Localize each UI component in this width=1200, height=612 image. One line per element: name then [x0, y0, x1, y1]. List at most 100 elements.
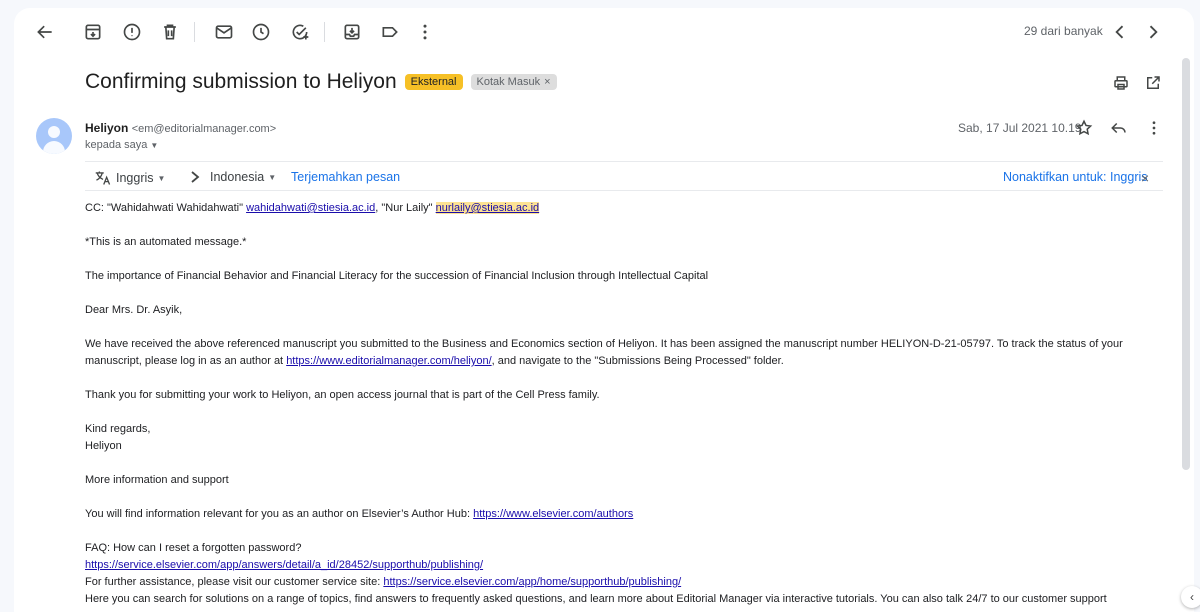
label-icon [382, 27, 398, 37]
move-to-button[interactable] [338, 18, 366, 46]
author-hub-link[interactable]: https://www.elsevier.com/authors [473, 508, 633, 520]
customer-service-link[interactable]: https://service.elsevier.com/app/home/su… [383, 576, 681, 588]
regards-line: Kind regards, [85, 423, 151, 435]
disable-translation-link[interactable]: Nonaktifkan untuk: Inggris [1003, 170, 1148, 184]
delete-button[interactable] [156, 18, 184, 46]
inbox-label-text: Kotak Masuk [476, 76, 541, 88]
cc-mid-text: , "Nur Laily" [375, 202, 436, 214]
cc-email-link[interactable]: wahidahwati@stiesia.ac.id [246, 202, 375, 214]
thanks-paragraph: Thank you for submitting your work to He… [85, 389, 600, 401]
toolbar-divider [324, 22, 325, 42]
chevron-right-icon [1149, 25, 1158, 39]
more-vert-icon [1152, 121, 1156, 135]
open-in-new-icon [1147, 76, 1160, 89]
recipient-details[interactable]: kepada saya ▼ [85, 139, 158, 151]
arrow-right-icon [189, 170, 201, 184]
mark-unread-button[interactable] [210, 18, 238, 46]
open-new-window-button[interactable] [1142, 72, 1164, 94]
label-button[interactable] [376, 18, 404, 46]
caret-down-icon: ▼ [150, 140, 159, 150]
faq-link[interactable]: https://service.elsevier.com/app/answers… [85, 559, 483, 571]
back-button[interactable] [31, 18, 59, 46]
avatar[interactable] [36, 118, 72, 154]
move-to-icon [344, 24, 360, 40]
assistance-text: For further assistance, please visit our… [85, 576, 384, 588]
search-help-line: Here you can search for solutions on a r… [85, 593, 1107, 605]
sender-name[interactable]: Heliyon [85, 121, 128, 135]
older-button[interactable] [1139, 18, 1167, 46]
sender-line: Heliyon <em@editorialmanager.com> [85, 121, 276, 135]
newer-button[interactable] [1106, 18, 1134, 46]
add-task-icon [292, 24, 309, 40]
more-options-button[interactable] [411, 18, 439, 46]
reply-button[interactable] [1108, 117, 1130, 139]
translate-message-text: Terjemahkan pesan [291, 170, 401, 184]
print-icon [1114, 76, 1128, 90]
arrow-left-icon [37, 25, 52, 39]
mail-icon [215, 25, 233, 39]
subject-row: Confirming submission to Heliyon Ekstern… [85, 70, 557, 94]
avatar-head-shape [48, 126, 60, 138]
email-date: Sab, 17 Jul 2021 10.19 [958, 121, 1082, 135]
archive-icon [85, 24, 101, 40]
cc-line: CC: "Wahidahwati Wahidahwati" wahidahwat… [85, 200, 1170, 217]
automated-note: *This is an automated message.* [85, 236, 247, 248]
sender-email: <em@editorialmanager.com> [131, 123, 277, 135]
inbox-label-chip: Kotak Masuk × [470, 74, 557, 90]
faq-link-line: https://service.elsevier.com/app/answers… [85, 557, 1170, 574]
star-button[interactable] [1073, 117, 1095, 139]
close-translate-button[interactable]: × [1141, 170, 1149, 186]
star-icon [1075, 119, 1093, 136]
archive-button[interactable] [79, 18, 107, 46]
disable-translation-text: Nonaktifkan untuk: Inggris [1003, 170, 1148, 184]
trash-icon [164, 24, 176, 40]
pagination-text: 29 dari banyak [1024, 24, 1103, 38]
print-button[interactable] [1110, 72, 1132, 94]
source-language-select[interactable]: Inggris ▼ [94, 170, 165, 186]
report-spam-button[interactable] [118, 18, 146, 46]
author-hub-text: You will find information relevant for y… [85, 508, 474, 520]
caret-down-icon: ▼ [268, 172, 277, 182]
email-subject: Confirming submission to Heliyon [85, 70, 397, 93]
snooze-button[interactable] [247, 18, 275, 46]
scrollbar[interactable] [1182, 58, 1190, 470]
side-panel-toggle[interactable]: ‹ [1181, 586, 1200, 608]
caret-down-icon: ▼ [157, 173, 166, 183]
more-vert-icon [423, 24, 427, 40]
translate-icon [95, 171, 111, 185]
manuscript-title: The importance of Financial Behavior and… [85, 270, 709, 282]
add-task-button[interactable] [286, 18, 314, 46]
translate-message-link[interactable]: Terjemahkan pesan [291, 170, 400, 184]
translate-bar: Inggris ▼ Indonesia ▼ Terjemahkan pesan … [85, 161, 1163, 191]
received-text-end: , and navigate to the "Submissions Being… [491, 355, 784, 367]
cc-email-link[interactable]: nurlaily@stiesia.ac.id [435, 202, 540, 214]
assistance-line: For further assistance, please visit our… [85, 574, 1170, 591]
editorial-manager-link[interactable]: https://www.editorialmanager.com/heliyon… [286, 355, 491, 367]
chevron-left-icon [1115, 25, 1124, 39]
email-body: CC: "Wahidahwati Wahidahwati" wahidahwat… [85, 200, 1170, 608]
signature: Heliyon [85, 440, 122, 452]
remove-label-button[interactable]: × [544, 76, 550, 88]
chevron-left-icon: ‹ [1190, 590, 1194, 604]
clock-icon [252, 23, 270, 41]
faq-line: FAQ: How can I reset a forgotten passwor… [85, 542, 302, 554]
target-language-select[interactable]: Indonesia ▼ [210, 170, 276, 184]
target-language: Indonesia [210, 170, 265, 184]
greeting: Dear Mrs. Dr. Asyik, [85, 304, 183, 316]
toolbar-divider [194, 22, 195, 42]
avatar-body-shape [43, 141, 65, 154]
message-panel: 29 dari banyak Confirming submission to … [14, 8, 1194, 612]
reply-icon [1111, 122, 1126, 134]
source-language: Inggris [116, 171, 154, 185]
recipient-text: kepada saya [85, 139, 148, 151]
author-hub-line: You will find information relevant for y… [85, 506, 1170, 523]
message-more-button[interactable] [1143, 117, 1165, 139]
